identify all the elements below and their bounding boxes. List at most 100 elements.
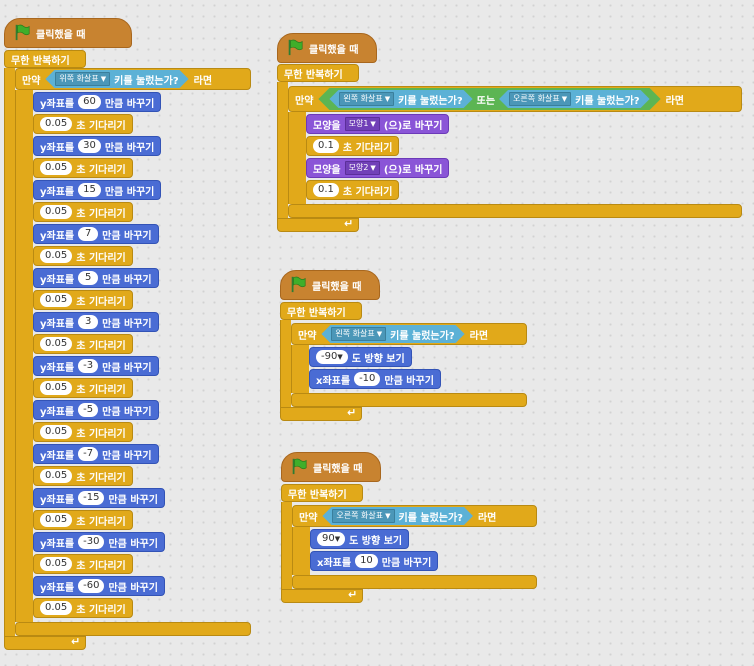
change-y-block[interactable]: y좌표를 7 만큼 바꾸기 <box>33 224 159 244</box>
change-y-block[interactable]: y좌표를 -30 만큼 바꾸기 <box>33 532 165 552</box>
wait-block[interactable]: 0.05 초 기다리기 <box>33 422 133 442</box>
number-input[interactable]: 0.05 <box>40 205 73 219</box>
key-pressed-condition[interactable]: 왼쪽 화살표 ▼ 키를 눌렀는가? <box>329 90 472 108</box>
key-pressed-condition[interactable]: 왼쪽 화살표 ▼ 키를 눌렀는가? <box>321 325 464 343</box>
wait-block[interactable]: 0.05 초 기다리기 <box>33 378 133 398</box>
switch-costume-block[interactable]: 모양을 모양2 ▼ (으)로 바꾸기 <box>306 158 450 178</box>
if-block[interactable]: 만약 오른쪽 화살표 ▼ 키를 눌렀는가? 라면 <box>292 505 537 527</box>
wait-block[interactable]: 0.1 초 기다리기 <box>306 136 400 156</box>
direction-dropdown[interactable]: -90▼ <box>316 350 348 364</box>
wait-block[interactable]: 0.05 초 기다리기 <box>33 554 133 574</box>
number-input[interactable]: 0.05 <box>40 557 73 571</box>
number-input[interactable]: 0.05 <box>40 249 73 263</box>
key-dropdown[interactable]: 오른쪽 화살표 ▼ <box>332 509 394 523</box>
number-input[interactable]: 0.1 <box>313 139 339 153</box>
forever-foot: ↵ <box>277 217 359 232</box>
when-flag-clicked-hat[interactable]: 클릭했을 때 <box>281 452 381 482</box>
change-y-block[interactable]: y좌표를 15 만큼 바꾸기 <box>33 180 162 200</box>
forever-block[interactable]: 무한 반복하기 <box>280 302 362 320</box>
change-y-block[interactable]: y좌표를 3 만큼 바꾸기 <box>33 312 159 332</box>
change-y-block[interactable]: y좌표를 60 만큼 바꾸기 <box>33 92 162 112</box>
number-input[interactable]: 15 <box>78 183 101 197</box>
number-input[interactable]: 0.1 <box>313 183 339 197</box>
number-input[interactable]: -3 <box>78 359 99 373</box>
key-pressed-condition[interactable]: 위쪽 화살표 ▼ 키를 눌렀는가? <box>45 70 188 88</box>
change-y-block[interactable]: y좌표를 -3 만큼 바꾸기 <box>33 356 159 376</box>
or-condition[interactable]: 왼쪽 화살표 ▼ 키를 눌렀는가? 또는 오른쪽 화살표 ▼ 키를 눌렀는가? <box>318 88 660 110</box>
when-flag-clicked-hat[interactable]: 클릭했을 때 <box>280 270 380 300</box>
change-y-block[interactable]: y좌표를 5 만큼 바꾸기 <box>33 268 159 288</box>
number-input[interactable]: -10 <box>354 372 381 386</box>
change-y-block[interactable]: y좌표를 -7 만큼 바꾸기 <box>33 444 159 464</box>
change-y-block[interactable]: y좌표를 -60 만큼 바꾸기 <box>33 576 165 596</box>
if-block[interactable]: 만약 왼쪽 화살표 ▼ 키를 눌렀는가? 라면 <box>291 323 527 345</box>
costume-dropdown[interactable]: 모양1 ▼ <box>344 117 380 131</box>
wait-block[interactable]: 0.05 초 기다리기 <box>33 114 133 134</box>
number-input[interactable]: 7 <box>78 227 99 241</box>
wait-block[interactable]: 0.05 초 기다리기 <box>33 510 133 530</box>
number-input[interactable]: 0.05 <box>40 425 73 439</box>
wait-block[interactable]: 0.05 초 기다리기 <box>33 246 133 266</box>
key-dropdown[interactable]: 왼쪽 화살표 ▼ <box>339 92 394 106</box>
point-direction-block[interactable]: -90▼ 도 방향 보기 <box>309 347 412 367</box>
when-flag-clicked-hat[interactable]: 클릭했을 때 <box>277 33 377 63</box>
number-input[interactable]: -5 <box>78 403 99 417</box>
block-label: 초 기다리기 <box>76 164 126 176</box>
number-input[interactable]: 0.05 <box>40 293 73 307</box>
costume-dropdown[interactable]: 모양2 ▼ <box>344 161 380 175</box>
dropdown-arrow-icon: ▼ <box>376 330 383 338</box>
number-input[interactable]: -7 <box>78 447 99 461</box>
number-input[interactable]: 5 <box>78 271 99 285</box>
dropdown-value: 모양2 <box>348 163 369 172</box>
number-input[interactable]: -15 <box>78 491 105 505</box>
forever-arm <box>277 82 288 218</box>
key-dropdown[interactable]: 왼쪽 화살표 ▼ <box>331 327 386 341</box>
switch-costume-block[interactable]: 모양을 모양1 ▼ (으)로 바꾸기 <box>306 114 450 134</box>
wait-block[interactable]: 0.05 초 기다리기 <box>33 598 133 618</box>
wait-block[interactable]: 0.05 초 기다리기 <box>33 334 133 354</box>
key-pressed-condition[interactable]: 오른쪽 화살표 ▼ 키를 눌렀는가? <box>322 507 473 525</box>
change-y-block[interactable]: y좌표를 -5 만큼 바꾸기 <box>33 400 159 420</box>
key-dropdown[interactable]: 위쪽 화살표 ▼ <box>55 72 110 86</box>
block-label: 도 방향 보기 <box>349 535 403 547</box>
change-x-block[interactable]: x좌표를 -10 만큼 바꾸기 <box>309 369 441 389</box>
forever-block[interactable]: 무한 반복하기 <box>281 484 363 502</box>
if-block[interactable]: 만약 위쪽 화살표 ▼ 키를 눌렀는가? 라면 <box>15 68 251 90</box>
script-workspace[interactable]: 클릭했을 때 무한 반복하기 만약 위쪽 화살표 ▼ 키를 눌렀는가? 라면 y좌표를 60 만큼… <box>0 0 754 666</box>
number-input[interactable]: 3 <box>78 315 99 329</box>
loop-arrow-icon: ↵ <box>71 635 81 648</box>
forever-block[interactable]: 무한 반복하기 <box>277 64 359 82</box>
block-label: 모양을 <box>313 164 341 176</box>
number-input[interactable]: 0.05 <box>40 469 73 483</box>
when-flag-clicked-hat[interactable]: 클릭했을 때 <box>4 18 132 48</box>
key-pressed-condition[interactable]: 오른쪽 화살표 ▼ 키를 눌렀는가? <box>499 90 650 108</box>
block-label: 만큼 바꾸기 <box>102 362 152 374</box>
forever-block[interactable]: 무한 반복하기 <box>4 50 86 68</box>
point-direction-block[interactable]: 90▼ 도 방향 보기 <box>310 529 410 549</box>
number-input[interactable]: -60 <box>78 579 105 593</box>
dropdown-arrow-icon: ▼ <box>385 512 391 520</box>
number-input[interactable]: 0.05 <box>40 513 73 527</box>
wait-block[interactable]: 0.05 초 기다리기 <box>33 158 133 178</box>
change-y-block[interactable]: y좌표를 -15 만큼 바꾸기 <box>33 488 165 508</box>
number-input[interactable]: 0.05 <box>40 337 73 351</box>
wait-block[interactable]: 0.05 초 기다리기 <box>33 202 133 222</box>
number-input[interactable]: 10 <box>355 554 378 568</box>
key-dropdown[interactable]: 오른쪽 화살표 ▼ <box>509 92 571 106</box>
if-block[interactable]: 만약 왼쪽 화살표 ▼ 키를 눌렀는가? 또는 오른쪽 화살표 ▼ 키를 눌렀는가? 라면 <box>288 86 742 112</box>
wait-block[interactable]: 0.1 초 기다리기 <box>306 180 400 200</box>
direction-dropdown[interactable]: 90▼ <box>317 532 346 546</box>
number-input[interactable]: 0.05 <box>40 601 73 615</box>
number-input[interactable]: 0.05 <box>40 161 73 175</box>
number-input[interactable]: 0.05 <box>40 117 73 131</box>
forever-label: 무한 반복하기 <box>288 489 347 501</box>
change-x-block[interactable]: x좌표를 10 만큼 바꾸기 <box>310 551 439 571</box>
forever-label: 무한 반복하기 <box>11 55 70 67</box>
wait-block[interactable]: 0.05 초 기다리기 <box>33 290 133 310</box>
number-input[interactable]: -30 <box>78 535 105 549</box>
number-input[interactable]: 30 <box>78 139 101 153</box>
change-y-block[interactable]: y좌표를 30 만큼 바꾸기 <box>33 136 162 156</box>
number-input[interactable]: 60 <box>78 95 101 109</box>
number-input[interactable]: 0.05 <box>40 381 73 395</box>
wait-block[interactable]: 0.05 초 기다리기 <box>33 466 133 486</box>
